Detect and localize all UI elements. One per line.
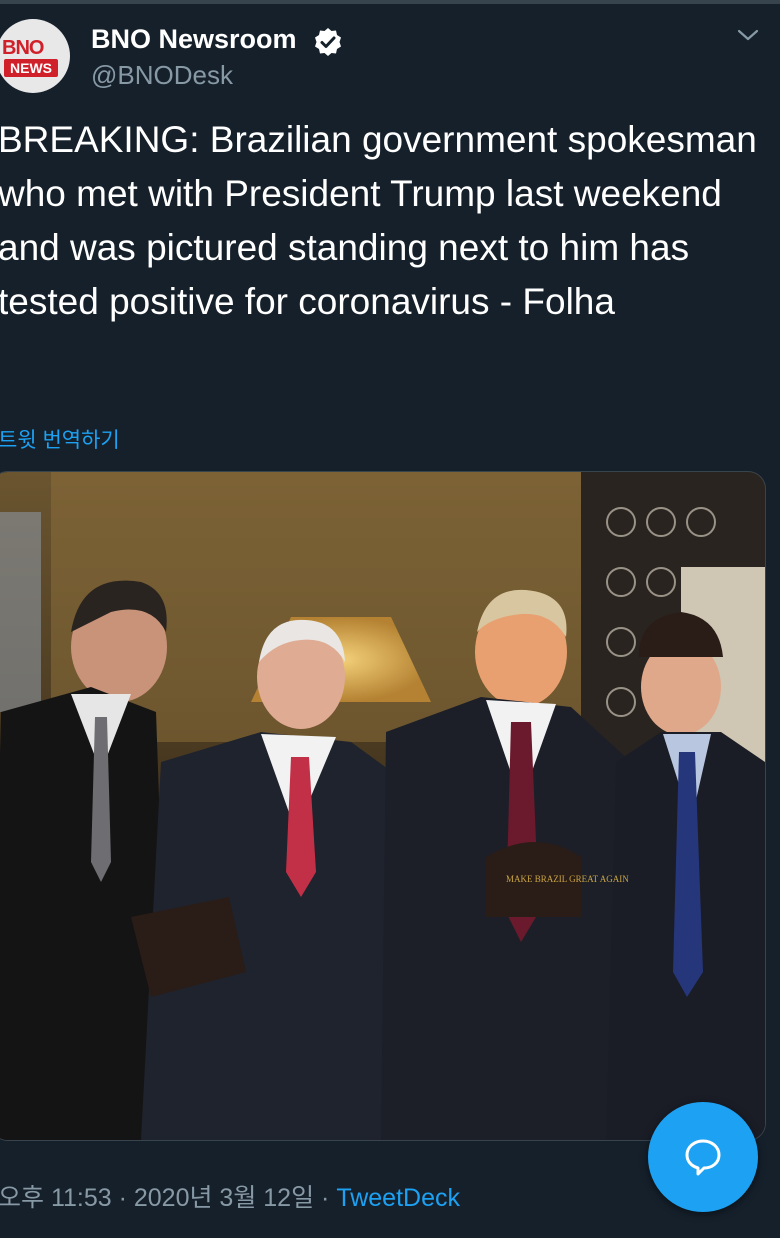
- chat-bubble-icon: [685, 1139, 721, 1176]
- translate-tweet-link[interactable]: 트윗 번역하기: [0, 424, 120, 454]
- top-divider: [0, 0, 780, 4]
- avatar-logo-top: BNO: [2, 37, 44, 59]
- tweet-text: BREAKING: Brazilian government spokesman…: [0, 119, 757, 322]
- tweet-photo[interactable]: MAKE BRAZIL GREAT AGAIN: [0, 471, 766, 1141]
- author-handle[interactable]: @BNODesk: [91, 60, 233, 91]
- tweet-timestamp: 오후 11:53 · 2020년 3월 12일 · TweetDeck: [0, 1178, 460, 1214]
- author-avatar[interactable]: BNO NEWS: [0, 19, 70, 93]
- photo-illustration: MAKE BRAZIL GREAT AGAIN: [0, 472, 765, 1140]
- avatar-logo-bottom: NEWS: [4, 59, 58, 77]
- verified-badge-icon: [315, 28, 341, 56]
- hat-embroidery: MAKE BRAZIL GREAT AGAIN: [506, 874, 629, 884]
- chevron-down-icon[interactable]: [736, 26, 760, 44]
- author-name[interactable]: BNO Newsroom: [91, 24, 297, 55]
- tweet-date: 오후 11:53 · 2020년 3월 12일 ·: [0, 1184, 337, 1212]
- compose-button[interactable]: [648, 1102, 758, 1212]
- tweet-source-link[interactable]: TweetDeck: [336, 1184, 460, 1212]
